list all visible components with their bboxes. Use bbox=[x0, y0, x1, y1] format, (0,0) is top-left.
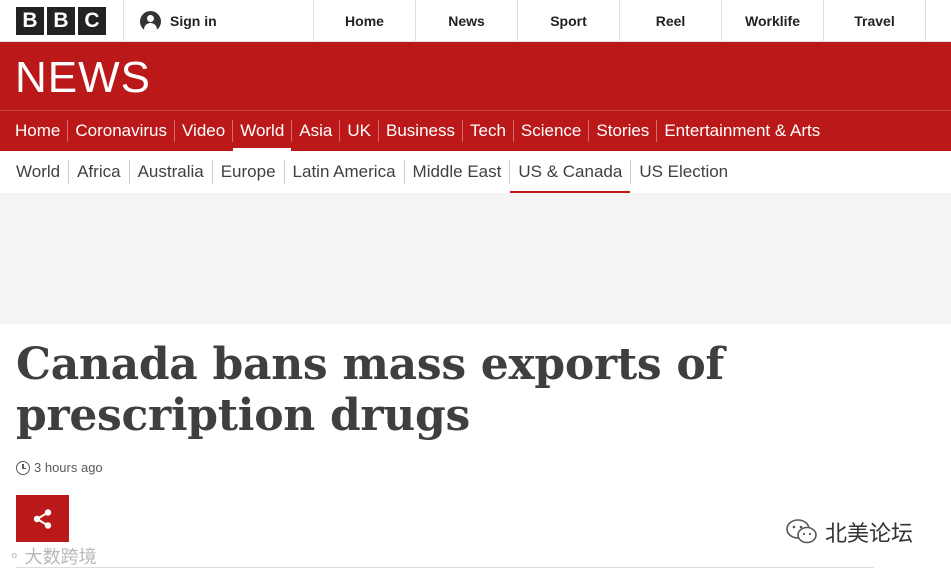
share-button[interactable] bbox=[16, 495, 69, 542]
primary-nav-entertainment-arts[interactable]: Entertainment & Arts bbox=[657, 120, 827, 142]
watermark-right: 北美论坛 bbox=[785, 516, 913, 548]
bbc-logo-letter: B bbox=[47, 7, 75, 35]
wechat-icon bbox=[786, 519, 817, 544]
secondary-nav-world[interactable]: World bbox=[8, 160, 70, 184]
timestamp-text: 3 hours ago bbox=[34, 460, 103, 475]
primary-nav: Home Coronavirus Video World Asia UK Bus… bbox=[0, 110, 951, 152]
ad-placeholder bbox=[0, 193, 951, 324]
global-nav-home[interactable]: Home bbox=[314, 0, 416, 42]
secondary-nav-latin-america[interactable]: Latin America bbox=[285, 160, 405, 184]
secondary-nav: World Africa Australia Europe Latin Amer… bbox=[0, 151, 951, 195]
global-nav-reel[interactable]: Reel bbox=[620, 0, 722, 42]
bbc-logo[interactable]: B B C bbox=[0, 0, 124, 42]
watermark-left: ⚬ 大数跨境 bbox=[8, 543, 97, 569]
primary-nav-coronavirus[interactable]: Coronavirus bbox=[68, 120, 176, 142]
primary-nav-video[interactable]: Video bbox=[175, 120, 234, 142]
global-nav-sport[interactable]: Sport bbox=[518, 0, 620, 42]
global-nav-travel[interactable]: Travel bbox=[824, 0, 926, 42]
primary-nav-home[interactable]: Home bbox=[8, 120, 69, 142]
primary-nav-stories[interactable]: Stories bbox=[589, 120, 658, 142]
share-icon bbox=[33, 508, 51, 529]
secondary-nav-us-election[interactable]: US Election bbox=[631, 160, 736, 184]
primary-nav-science[interactable]: Science bbox=[514, 120, 590, 142]
article-timestamp: 3 hours ago bbox=[16, 460, 103, 475]
news-banner: NEWS bbox=[0, 42, 951, 110]
bbc-logo-letter: B bbox=[16, 7, 44, 35]
watermark-logo-icon: ⚬ bbox=[8, 548, 21, 565]
clock-icon bbox=[16, 460, 30, 475]
secondary-nav-us-canada[interactable]: US & Canada bbox=[510, 160, 632, 195]
divider bbox=[16, 567, 874, 568]
global-nav-news[interactable]: News bbox=[416, 0, 518, 42]
secondary-nav-europe[interactable]: Europe bbox=[213, 160, 285, 184]
global-nav-worklife[interactable]: Worklife bbox=[722, 0, 824, 42]
primary-nav-asia[interactable]: Asia bbox=[292, 120, 341, 142]
secondary-nav-africa[interactable]: Africa bbox=[69, 160, 130, 184]
primary-nav-world[interactable]: World bbox=[233, 120, 293, 152]
primary-nav-uk[interactable]: UK bbox=[340, 120, 379, 142]
bbc-logo-letter: C bbox=[78, 7, 106, 35]
global-header: B B C Sign in Home News Sport Reel Workl… bbox=[0, 0, 951, 42]
article-headline: Canada bans mass exports of prescription… bbox=[16, 339, 725, 441]
secondary-nav-middle-east[interactable]: Middle East bbox=[405, 160, 511, 184]
global-nav: Home News Sport Reel Worklife Travel bbox=[314, 0, 926, 42]
sign-in-label: Sign in bbox=[170, 13, 217, 29]
primary-nav-tech[interactable]: Tech bbox=[463, 120, 514, 142]
watermark-right-text: 北美论坛 bbox=[825, 521, 914, 546]
primary-nav-business[interactable]: Business bbox=[379, 120, 463, 142]
user-icon bbox=[140, 10, 161, 32]
watermark-left-text: 大数跨境 bbox=[24, 547, 97, 567]
news-logo[interactable]: NEWS bbox=[15, 53, 151, 103]
sign-in-button[interactable]: Sign in bbox=[124, 0, 314, 42]
secondary-nav-australia[interactable]: Australia bbox=[130, 160, 213, 184]
